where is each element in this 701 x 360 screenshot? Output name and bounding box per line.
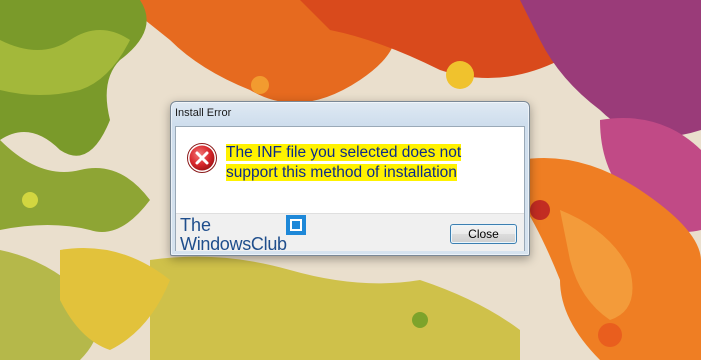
dialog-body: The INF file you selected does not suppo… — [175, 126, 525, 254]
error-message-text: The INF file you selected does not suppo… — [226, 144, 462, 181]
install-error-dialog: Install Error The INF file you selected … — [170, 101, 530, 256]
dialog-footer: The WindowsClub Close — [176, 213, 524, 254]
close-button[interactable]: Close — [450, 224, 517, 244]
dialog-titlebar[interactable]: Install Error — [171, 102, 529, 126]
watermark: The WindowsClub — [178, 214, 318, 254]
watermark-line1: The — [180, 215, 212, 235]
error-message: The INF file you selected does not suppo… — [226, 143, 516, 183]
error-icon — [187, 143, 217, 173]
watermark-line2: WindowsClub — [180, 234, 287, 254]
dialog-title: Install Error — [175, 107, 232, 119]
twc-logo-icon — [286, 215, 306, 235]
